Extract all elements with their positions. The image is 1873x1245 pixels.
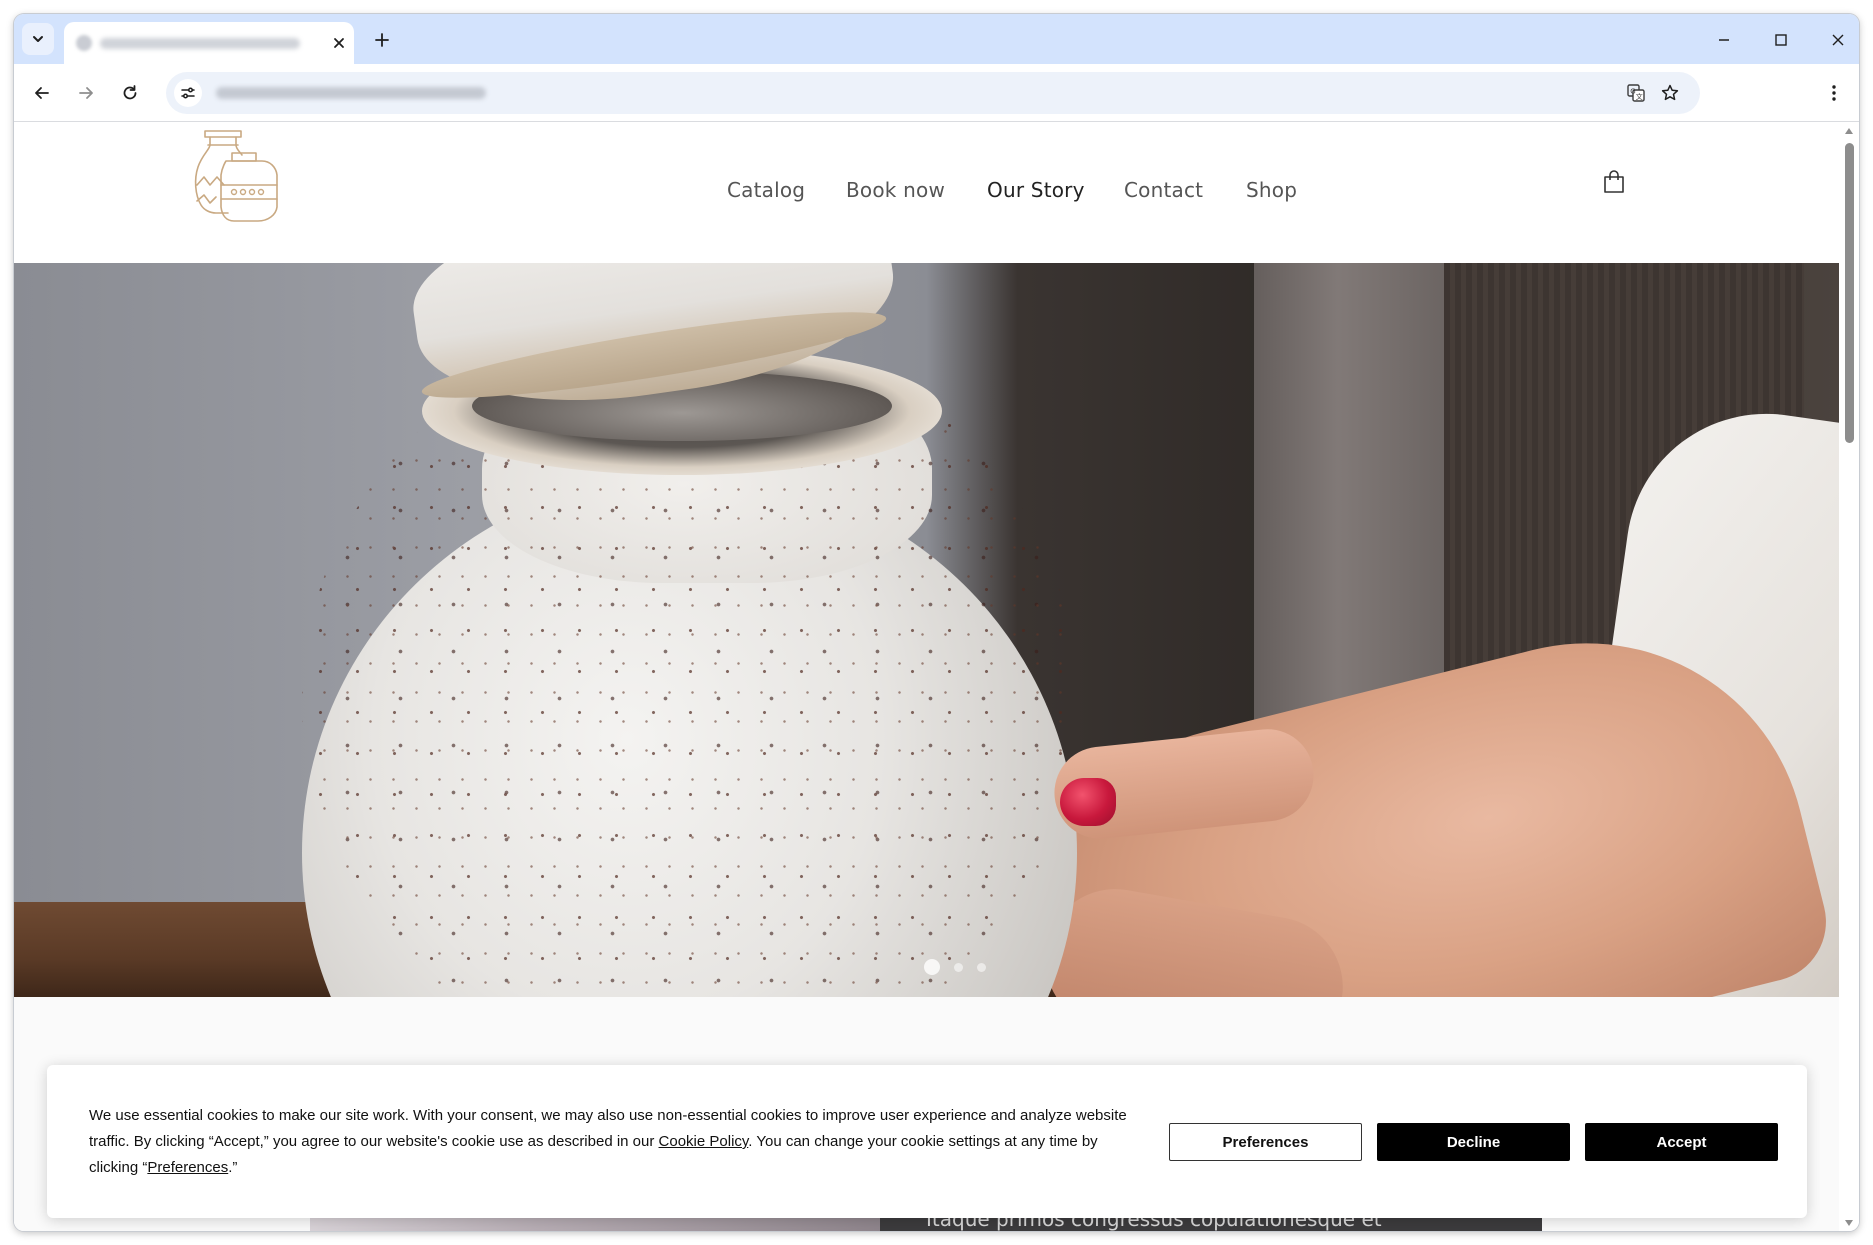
translate-button[interactable]: G文 xyxy=(1622,79,1650,107)
chevron-down-icon xyxy=(33,36,43,42)
forward-button[interactable] xyxy=(72,79,100,107)
tab-close-button[interactable] xyxy=(330,34,348,52)
browser-menu-button[interactable] xyxy=(1820,79,1848,107)
new-tab-button[interactable] xyxy=(370,28,394,52)
tab-search-button[interactable] xyxy=(22,23,54,55)
preferences-button[interactable]: Preferences xyxy=(1169,1123,1362,1161)
decline-button[interactable]: Decline xyxy=(1377,1123,1570,1161)
cookie-policy-link[interactable]: Cookie Policy xyxy=(659,1133,749,1150)
reload-button[interactable] xyxy=(116,79,144,107)
slide-dot-1[interactable] xyxy=(924,959,940,975)
browser-window: G文 Catalog Book now Our Story Contact Sh… xyxy=(14,14,1859,1231)
page-viewport: Catalog Book now Our Story Contact Shop xyxy=(14,123,1859,1231)
vases-logo-icon xyxy=(194,130,278,222)
close-window-button[interactable] xyxy=(1826,28,1850,52)
maximize-button[interactable] xyxy=(1769,28,1793,52)
tune-icon xyxy=(181,87,195,99)
triangle-up-icon xyxy=(1845,128,1853,134)
scrollbar-thumb[interactable] xyxy=(1845,143,1854,443)
triangle-down-icon xyxy=(1845,1220,1853,1226)
arrow-right-icon xyxy=(79,87,93,99)
preferences-link[interactable]: Preferences xyxy=(147,1159,228,1176)
slideshow-dots xyxy=(924,959,986,975)
back-button[interactable] xyxy=(28,79,56,107)
nav-book-now[interactable]: Book now xyxy=(846,178,945,202)
url-text[interactable] xyxy=(216,87,486,99)
site-logo[interactable] xyxy=(192,127,282,227)
site-header: Catalog Book now Our Story Contact Shop xyxy=(14,123,1839,263)
minimize-button[interactable] xyxy=(1712,28,1736,52)
minimize-icon xyxy=(1719,39,1729,41)
browser-tab[interactable] xyxy=(64,22,354,64)
favicon-icon xyxy=(76,35,92,51)
cart-button[interactable] xyxy=(1599,167,1629,197)
nav-contact[interactable]: Contact xyxy=(1124,178,1203,202)
tab-title xyxy=(100,38,300,49)
hero-nail xyxy=(1060,778,1116,826)
bookmark-button[interactable] xyxy=(1656,79,1684,107)
cookie-message: We use essential cookies to make our sit… xyxy=(89,1103,1129,1181)
browser-toolbar: G文 xyxy=(14,64,1859,122)
star-icon xyxy=(1661,84,1679,101)
translate-icon: G文 xyxy=(1627,84,1645,102)
plus-icon xyxy=(375,33,389,47)
accept-button[interactable]: Accept xyxy=(1585,1123,1778,1161)
arrow-left-icon xyxy=(35,87,49,99)
cookie-banner: We use essential cookies to make our sit… xyxy=(47,1065,1807,1218)
site-info-button[interactable] xyxy=(174,79,202,107)
close-icon xyxy=(1832,34,1844,46)
close-icon xyxy=(334,38,344,48)
address-bar[interactable]: G文 xyxy=(166,72,1700,114)
slide-dot-3[interactable] xyxy=(977,962,986,972)
slide-dot-2[interactable] xyxy=(954,962,963,972)
page-scrollbar[interactable] xyxy=(1839,123,1859,1231)
cookie-text-3: .” xyxy=(228,1159,238,1176)
reload-icon xyxy=(123,85,137,100)
hero-slideshow[interactable] xyxy=(14,263,1839,997)
tab-strip xyxy=(14,14,1859,64)
nav-our-story[interactable]: Our Story xyxy=(987,178,1085,202)
nav-shop[interactable]: Shop xyxy=(1246,178,1297,202)
scroll-down-button[interactable] xyxy=(1843,1217,1855,1229)
nav-catalog[interactable]: Catalog xyxy=(727,178,805,202)
svg-text:文: 文 xyxy=(1636,92,1643,101)
kebab-menu-icon xyxy=(1832,85,1836,101)
shopping-bag-icon xyxy=(1604,170,1624,193)
scroll-up-button[interactable] xyxy=(1843,125,1855,137)
maximize-icon xyxy=(1775,34,1787,46)
